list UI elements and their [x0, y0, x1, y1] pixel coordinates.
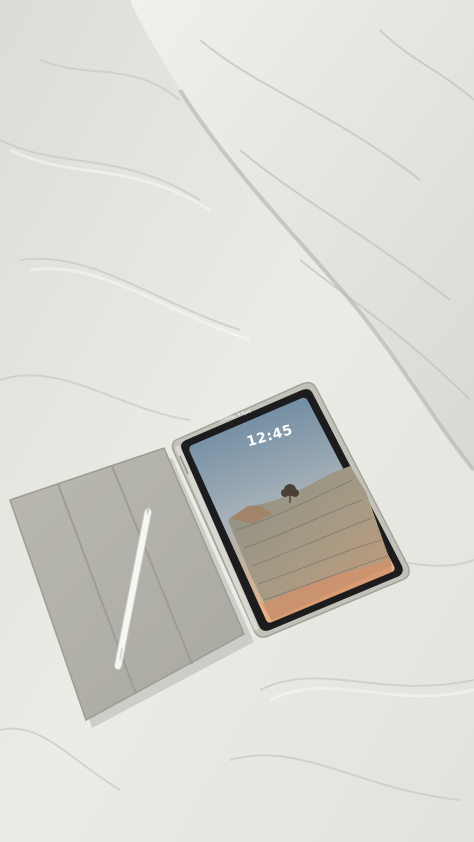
photo-scene: Sunday, 9 April 12:45 [0, 0, 474, 842]
bed-photo [0, 0, 474, 842]
